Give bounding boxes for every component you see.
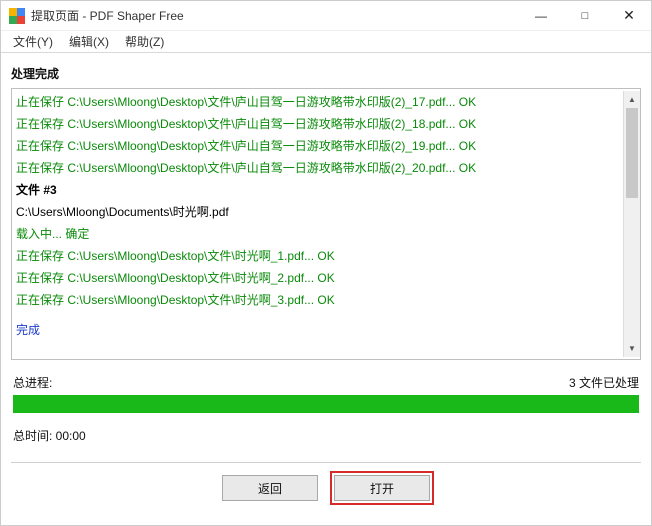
log-caret-input[interactable] bbox=[16, 343, 623, 357]
content-area: 处理完成 止在保仔 C:\Users\Mloong\Desktop\文件\庐山目… bbox=[1, 53, 651, 511]
window-title: 提取页面 - PDF Shaper Free bbox=[31, 7, 184, 24]
button-row: 返回 打开 bbox=[11, 475, 641, 511]
log-line: 止在保仔 C:\Users\Mloong\Desktop\文件\庐山目驾一日游攻… bbox=[16, 91, 623, 113]
log-line: 正在保存 C:\Users\Mloong\Desktop\文件\庐山自驾一日游攻… bbox=[16, 135, 623, 157]
total-time-label: 总时间: 00:00 bbox=[13, 427, 639, 444]
log-done: 完成 bbox=[16, 319, 623, 341]
log-file-path: C:\Users\Mloong\Documents\时光啊.pdf bbox=[16, 201, 623, 223]
menu-bar: 文件(Y) 编辑(X) 帮助(Z) bbox=[1, 31, 651, 53]
minimize-button[interactable]: — bbox=[519, 1, 563, 31]
log-file-header: 文件 #3 bbox=[16, 179, 623, 201]
log-output[interactable]: 止在保仔 C:\Users\Mloong\Desktop\文件\庐山目驾一日游攻… bbox=[11, 88, 641, 360]
maximize-button[interactable]: □ bbox=[563, 1, 607, 31]
app-icon bbox=[9, 8, 25, 24]
close-button[interactable]: ✕ bbox=[607, 1, 651, 31]
status-row: 总进程: 3 文件已处理 bbox=[13, 374, 639, 391]
log-line: 正在保存 C:\Users\Mloong\Desktop\文件\时光啊_1.pd… bbox=[16, 245, 623, 267]
processing-done-label: 处理完成 bbox=[11, 65, 641, 82]
log-line: 正在保存 C:\Users\Mloong\Desktop\文件\时光啊_3.pd… bbox=[16, 289, 623, 311]
scrollbar[interactable]: ▲ ▼ bbox=[623, 91, 640, 357]
scroll-down-icon[interactable]: ▼ bbox=[624, 340, 640, 357]
back-button[interactable]: 返回 bbox=[222, 475, 318, 501]
log-line: 正在保存 C:\Users\Mloong\Desktop\文件\庐山自驾一日游攻… bbox=[16, 113, 623, 135]
log-line: 正在保存 C:\Users\Mloong\Desktop\文件\时光啊_2.pd… bbox=[16, 267, 623, 289]
scroll-thumb[interactable] bbox=[626, 108, 638, 198]
scroll-track[interactable] bbox=[624, 108, 640, 340]
log-line: 正在保存 C:\Users\Mloong\Desktop\文件\庐山自驾一日游攻… bbox=[16, 157, 623, 179]
menu-help[interactable]: 帮助(Z) bbox=[117, 31, 172, 52]
progress-bar bbox=[13, 395, 639, 413]
log-loading: 载入中... 确定 bbox=[16, 223, 623, 245]
scroll-up-icon[interactable]: ▲ bbox=[624, 91, 640, 108]
divider bbox=[11, 462, 641, 463]
title-bar: 提取页面 - PDF Shaper Free — □ ✕ bbox=[1, 1, 651, 31]
menu-edit[interactable]: 编辑(X) bbox=[61, 31, 117, 52]
files-processed-label: 3 文件已处理 bbox=[569, 374, 639, 391]
menu-file[interactable]: 文件(Y) bbox=[5, 31, 61, 52]
total-progress-label: 总进程: bbox=[13, 374, 52, 391]
log-lines: 止在保仔 C:\Users\Mloong\Desktop\文件\庐山目驾一日游攻… bbox=[16, 91, 623, 357]
open-button[interactable]: 打开 bbox=[334, 475, 430, 501]
